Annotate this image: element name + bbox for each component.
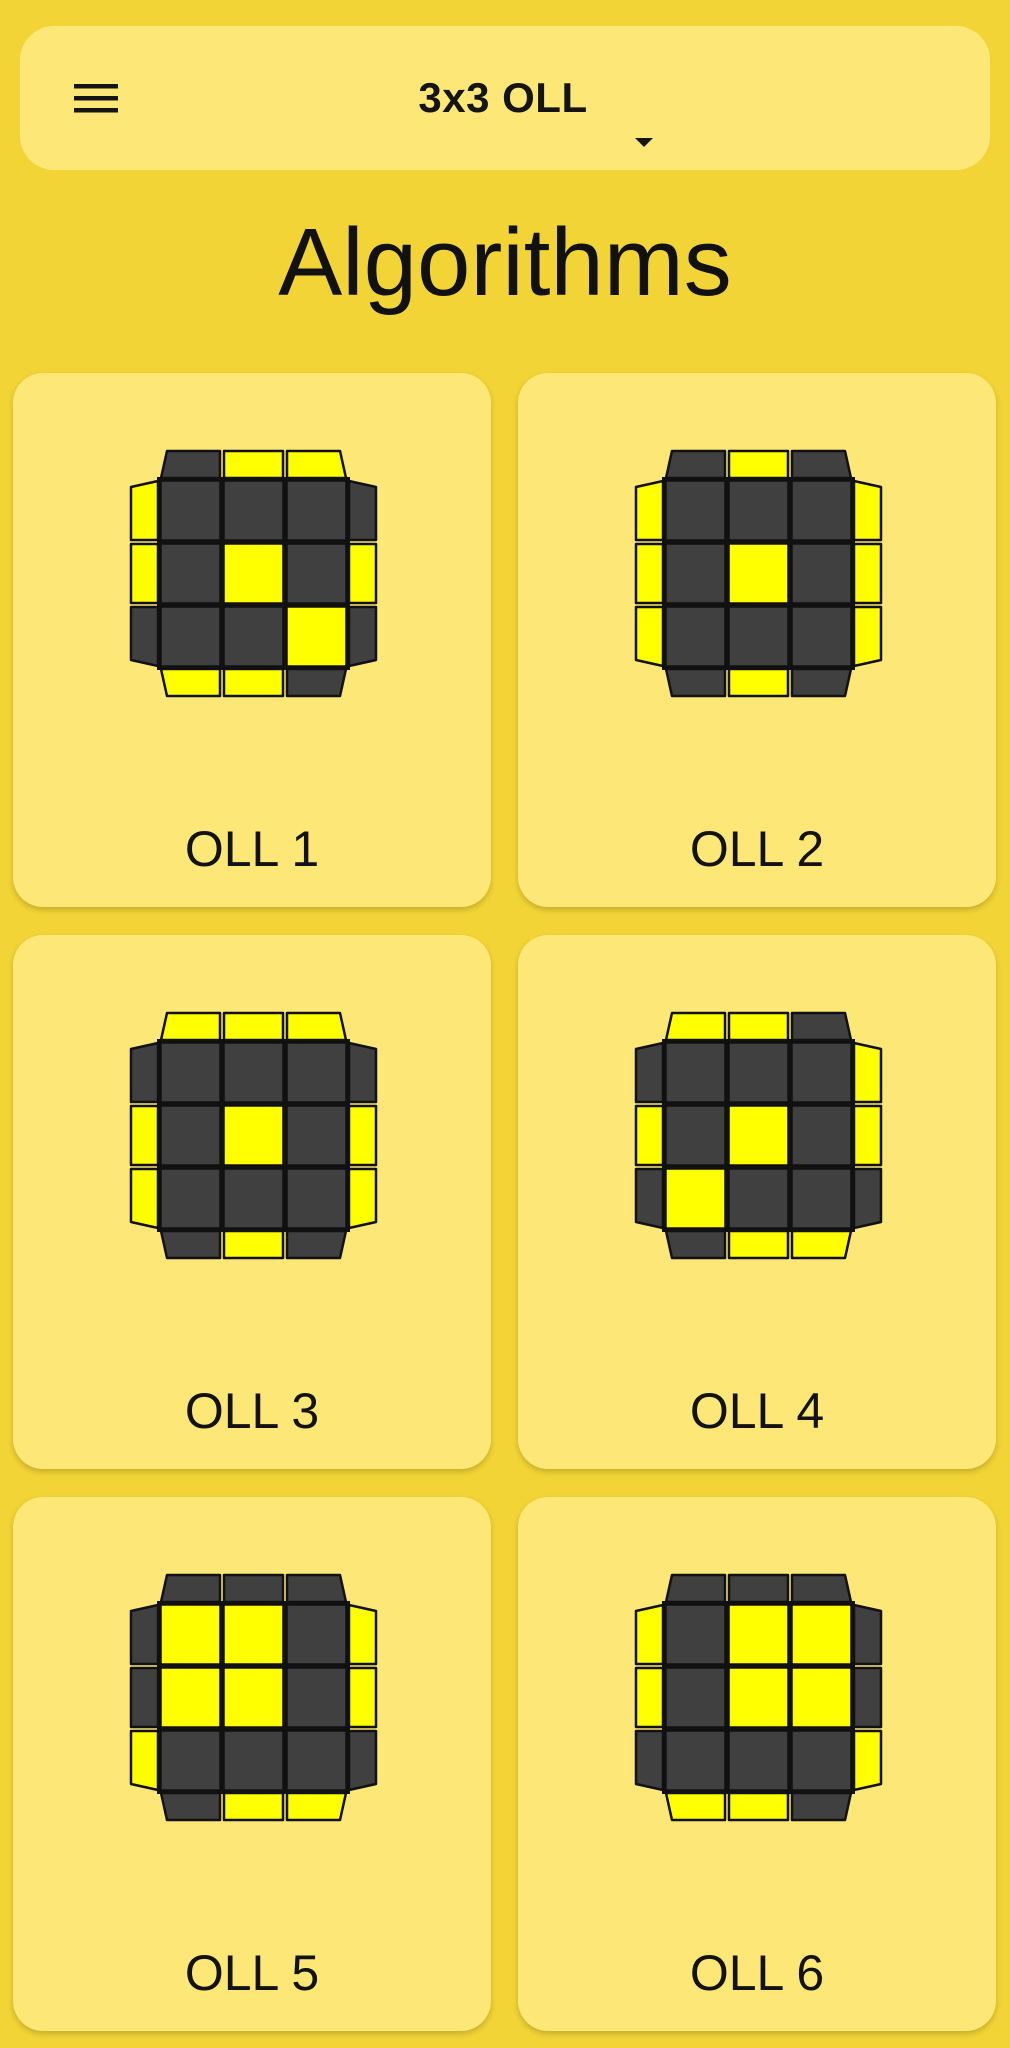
- oll-pattern-icon: [634, 1011, 883, 1260]
- oll-pattern-icon: [634, 1573, 883, 1822]
- oll-pattern-icon: [129, 1573, 378, 1822]
- top-app-bar: 3x3 OLL: [20, 26, 990, 170]
- case-label: OLL 1: [184, 821, 320, 877]
- case-card[interactable]: OLL 6: [518, 1497, 996, 2031]
- case-card[interactable]: OLL 3: [13, 935, 491, 1469]
- case-card[interactable]: OLL 4: [518, 935, 996, 1469]
- oll-pattern-icon: [129, 1011, 378, 1260]
- app-title[interactable]: 3x3 OLL: [418, 74, 587, 122]
- case-label: OLL 3: [184, 1383, 320, 1439]
- puzzle-selector[interactable]: 3x3 OLL: [20, 26, 990, 170]
- oll-pattern-icon: [129, 449, 378, 698]
- case-label: OLL 2: [689, 821, 825, 877]
- case-label: OLL 4: [689, 1383, 825, 1439]
- page-title: Algorithms: [278, 209, 732, 316]
- case-label: OLL 6: [689, 1945, 825, 2001]
- case-card[interactable]: OLL 1: [13, 373, 491, 907]
- case-card[interactable]: OLL 2: [518, 373, 996, 907]
- case-label: OLL 5: [184, 1945, 320, 2001]
- caret-down-icon[interactable]: [635, 138, 653, 148]
- oll-pattern-icon: [634, 449, 883, 698]
- case-card[interactable]: OLL 5: [13, 1497, 491, 2031]
